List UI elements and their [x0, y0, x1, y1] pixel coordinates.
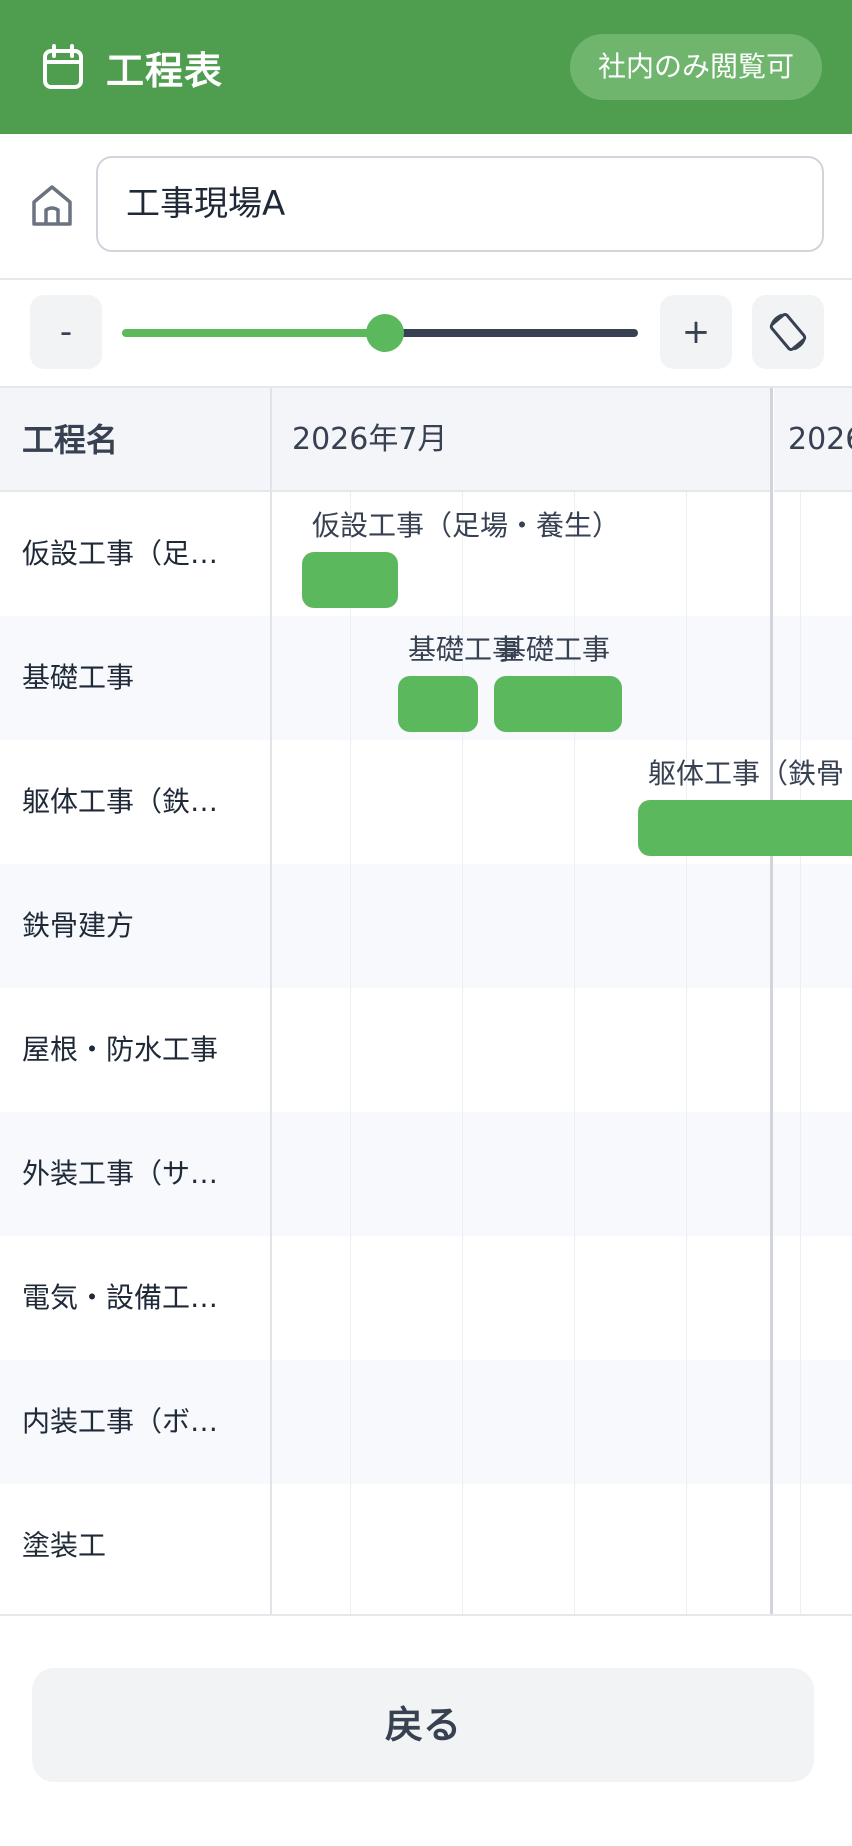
task-name-header: 工程名 [0, 388, 270, 492]
task-name-7[interactable]: 電気・設備工… [0, 1236, 270, 1360]
grid-line [686, 492, 687, 1614]
home-icon[interactable] [30, 182, 74, 228]
task-bar[interactable] [398, 676, 478, 732]
app-header: 工程表 社内のみ閲覧可 [0, 0, 852, 134]
task-name-6[interactable]: 外装工事（サ… [0, 1112, 270, 1236]
month-separator [770, 388, 773, 1614]
task-name-8[interactable]: 内装工事（ボ… [0, 1360, 270, 1484]
zoom-slider-track[interactable] [384, 329, 638, 337]
timeline-area[interactable]: 2026年7月 2026 仮設工事（足場・養生） 基礎工事 基礎工事 躯体工事（… [272, 388, 852, 1614]
back-button[interactable]: 戻る [32, 1668, 814, 1782]
timeline-row [272, 864, 852, 988]
task-bar-label: 躯体工事（鉄骨 [648, 757, 845, 790]
gantt-chart: 工程名 仮設工事（足… 基礎工事 躯体工事（鉄… 鉄骨建方 屋根・防水工事 外装… [0, 386, 852, 1616]
task-bar[interactable] [494, 676, 622, 732]
zoom-slider-thumb[interactable] [366, 314, 404, 352]
task-name-9[interactable]: 塗装工 [0, 1484, 270, 1612]
zoom-out-button[interactable]: - [30, 295, 102, 369]
task-name-4[interactable]: 鉄骨建方 [0, 864, 270, 988]
grid-line [350, 492, 351, 1614]
month-header: 2026年7月 [272, 388, 772, 492]
task-name-column: 工程名 仮設工事（足… 基礎工事 躯体工事（鉄… 鉄骨建方 屋根・防水工事 外装… [0, 388, 272, 1614]
timeline-row [272, 1236, 852, 1360]
timeline-row [272, 1112, 852, 1236]
task-bar[interactable] [638, 800, 852, 856]
rotate-button[interactable] [752, 295, 824, 369]
task-name-3[interactable]: 躯体工事（鉄… [0, 740, 270, 864]
rotate-screen-icon [769, 313, 807, 351]
zoom-in-button[interactable]: + [660, 295, 732, 369]
task-name-1[interactable]: 仮設工事（足… [0, 492, 270, 616]
grid-line [800, 492, 801, 1614]
visibility-badge: 社内のみ閲覧可 [569, 34, 822, 100]
task-bar[interactable] [302, 552, 398, 608]
zoom-slider-fill[interactable] [122, 329, 384, 337]
task-name-5[interactable]: 屋根・防水工事 [0, 988, 270, 1112]
calendar-icon [43, 44, 83, 89]
timeline-row [272, 1360, 852, 1484]
task-name-2[interactable]: 基礎工事 [0, 616, 270, 740]
task-bar-label: 基礎工事 [498, 633, 611, 666]
timeline-row [272, 1484, 852, 1612]
month-header: 2026 [774, 388, 852, 492]
page-title: 工程表 [106, 49, 224, 93]
timeline-row [272, 988, 852, 1112]
task-bar-label: 仮設工事（足場・養生） [312, 509, 621, 542]
site-name-field[interactable]: 工事現場A [96, 156, 824, 252]
site-bar: 工事現場A [0, 134, 852, 280]
